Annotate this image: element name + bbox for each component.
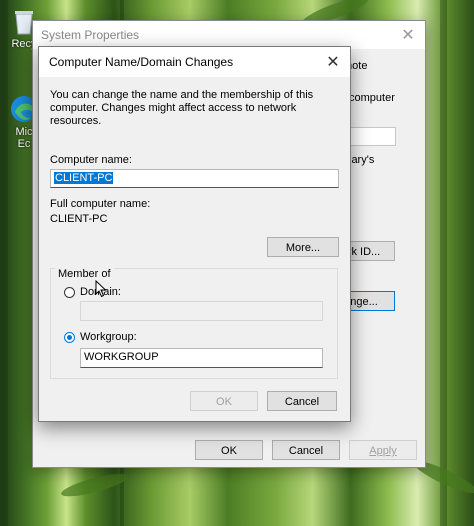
mouse-cursor-icon [95,280,107,298]
computer-description-fragment: computer [349,92,395,104]
domain-radio[interactable] [64,287,75,298]
change-label: nge... [350,296,378,308]
ok-button[interactable]: OK [195,440,263,460]
workgroup-radio[interactable] [64,332,75,343]
cancel-button[interactable]: Cancel [267,391,337,411]
wallpaper-bamboo [440,0,447,526]
ok-button[interactable]: OK [190,391,258,411]
member-of-label: Member of [55,268,114,280]
wallpaper-bamboo [2,0,8,526]
close-icon[interactable]: ✕ [391,25,425,45]
close-icon[interactable]: ✕ [316,52,350,72]
desktop-icon-label: Mic Ec [15,126,33,150]
dialog-description: You can change the name and the membersh… [50,89,314,127]
computer-name-dialog: Computer Name/Domain Changes ✕ You can c… [38,46,351,422]
workgroup-input[interactable]: WORKGROUP [80,348,323,368]
example-text-fragment: lary's [349,154,375,166]
computer-name-label: Computer name: [50,154,132,166]
more-label: More... [285,242,321,254]
dialog-titlebar: Computer Name/Domain Changes ✕ [39,47,350,77]
cancel-button[interactable]: Cancel [272,440,340,460]
ok-label: OK [216,396,232,408]
system-properties-titlebar: System Properties ✕ [33,21,425,49]
cancel-label: Cancel [284,396,320,408]
dialog-title: Computer Name/Domain Changes [49,55,234,69]
network-id-label: rk ID... [347,246,381,258]
description-input[interactable] [349,127,396,146]
ok-label: OK [221,445,237,457]
full-computer-name-label: Full computer name: [50,198,151,210]
apply-button[interactable]: Apply [349,440,417,460]
domain-input[interactable] [80,301,323,321]
full-computer-name-value: CLIENT-PC [50,213,108,225]
apply-label: Apply [369,445,397,457]
window-title: System Properties [41,28,140,42]
computer-name-value: CLIENT-PC [54,172,114,184]
computer-name-input[interactable]: CLIENT-PC [50,169,339,188]
cancel-label: Cancel [288,445,324,457]
workgroup-label: Workgroup: [80,331,137,343]
more-button[interactable]: More... [267,237,339,257]
